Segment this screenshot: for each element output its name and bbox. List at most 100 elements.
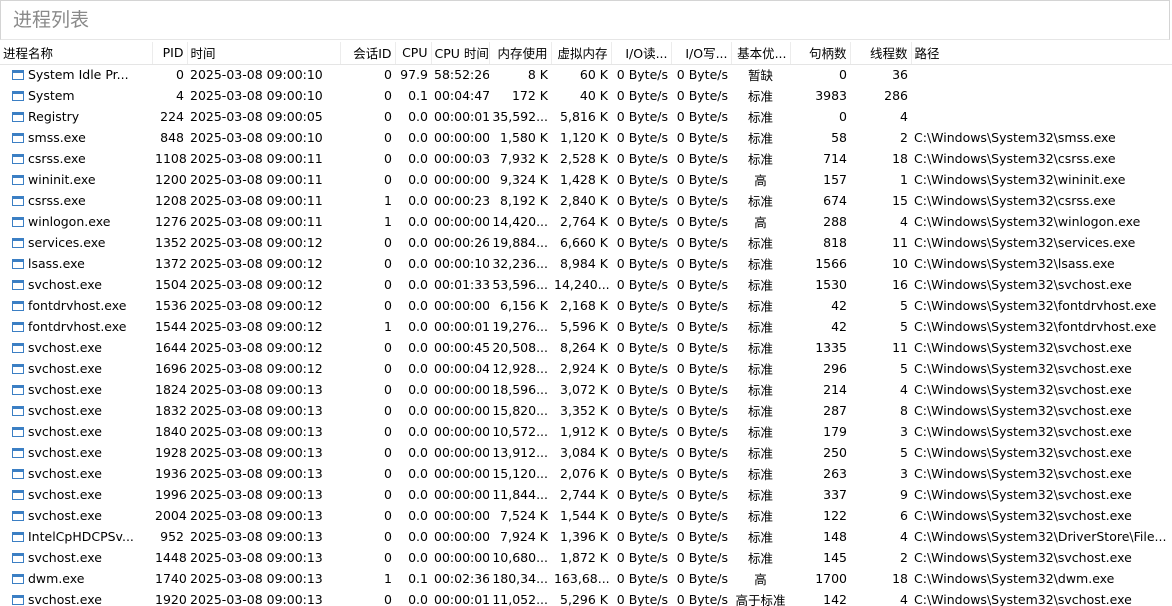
pid-cell: 4 [176,88,184,103]
table-row[interactable]: dwm.exe 1740 2025-03-08 09:00:13 1 0.1 00:02:… [0,568,1172,589]
table-row[interactable]: svchost.exe 1936 2025-03-08 09:00:13 0 0.0 00… [0,463,1172,484]
memory-cell: 172 K [511,88,548,103]
threads-cell: 15 [892,193,908,208]
column-header-virtual-memory[interactable]: 虚拟内存 [551,42,612,65]
process-name-cell: fontdrvhost.exe [0,316,152,337]
table-row[interactable]: svchost.exe 1504 2025-03-08 09:00:12 0 0.0 00… [0,274,1172,295]
table-row[interactable]: svchost.exe 1928 2025-03-08 09:00:13 0 0.0 00… [0,442,1172,463]
session-id-cell: 0 [384,445,392,460]
table-row[interactable]: Registry 224 2025-03-08 09:00:05 0 0.0 00:00:… [0,106,1172,127]
table-row[interactable]: wininit.exe 1200 2025-03-08 09:00:11 0 0.0 00… [0,169,1172,190]
start-time-cell: 2025-03-08 09:00:11 [190,172,323,187]
path-cell: C:\Windows\System32\fontdrvhost.exe [914,298,1157,313]
path-cell: C:\Windows\System32\csrss.exe [914,151,1116,166]
table-row[interactable]: svchost.exe 1644 2025-03-08 09:00:12 0 0.0 00… [0,337,1172,358]
cpu-time-cell: 00:00:10 [434,256,489,271]
threads-cell: 18 [892,151,908,166]
memory-cell: 15,820... [492,403,548,418]
pid-cell: 952 [160,529,184,544]
virtual-memory-cell: 1,912 K [560,424,608,439]
virtual-memory-cell: 1,872 K [560,550,608,565]
io-write-cell: 0 Byte/s [676,193,728,208]
table-row[interactable]: svchost.exe 1996 2025-03-08 09:00:13 0 0.0 00… [0,484,1172,505]
pid-cell: 1276 [155,214,187,229]
column-header-path[interactable]: 路径 [911,42,1172,65]
io-read-cell: 0 Byte/s [616,172,668,187]
table-row[interactable]: fontdrvhost.exe 1536 2025-03-08 09:00:12 0 0… [0,295,1172,316]
column-header-session-id[interactable]: 会话ID [340,42,396,65]
column-header-cpu[interactable]: CPU [395,42,432,65]
table-row[interactable]: svchost.exe 1832 2025-03-08 09:00:13 0 0.0 00… [0,400,1172,421]
column-header-time[interactable]: 时间 [187,42,341,65]
column-header-handles[interactable]: 句柄数 [790,42,851,65]
search-input[interactable] [1,1,1113,39]
table-row[interactable]: winlogon.exe 1276 2025-03-08 09:00:11 1 0.0 0… [0,211,1172,232]
table-row[interactable]: svchost.exe 1840 2025-03-08 09:00:13 0 0.0 00… [0,421,1172,442]
table-row[interactable]: IntelCpHDCPSv... 952 2025-03-08 09:00:13 0 0… [0,526,1172,547]
table-row[interactable]: svchost.exe 1824 2025-03-08 09:00:13 0 0.0 00… [0,379,1172,400]
handles-cell: 142 [823,592,847,606]
table-row[interactable]: System 4 2025-03-08 09:00:10 0 0.1 00:04:47 17… [0,85,1172,106]
handles-cell: 0 [839,67,847,83]
io-write-cell: 0 Byte/s [676,508,728,523]
memory-cell: 19,884... [492,235,548,250]
table-row[interactable]: svchost.exe 1920 2025-03-08 09:00:13 0 0.0 00… [0,589,1172,606]
start-time-cell: 2025-03-08 09:00:13 [190,592,323,606]
start-time-cell: 2025-03-08 09:00:13 [190,403,323,418]
virtual-memory-cell: 2,744 K [560,487,608,502]
table-row[interactable]: System Idle Pr... 0 2025-03-08 09:00:10 0 97… [0,64,1172,85]
table-row[interactable]: smss.exe 848 2025-03-08 09:00:10 0 0.0 00:00:… [0,127,1172,148]
handles-cell: 674 [823,193,847,208]
table-row[interactable]: fontdrvhost.exe 1544 2025-03-08 09:00:12 1 0… [0,316,1172,337]
table-row[interactable]: services.exe 1352 2025-03-08 09:00:12 0 0.0 0… [0,232,1172,253]
pid-cell: 1644 [155,340,187,355]
session-id-cell: 0 [384,235,392,250]
column-header-pid[interactable]: PID [152,42,188,65]
column-header-threads[interactable]: 线程数 [850,42,912,65]
table-row[interactable]: svchost.exe 1696 2025-03-08 09:00:12 0 0.0 00… [0,358,1172,379]
memory-cell: 20,508... [492,340,548,355]
io-read-cell: 0 Byte/s [616,130,668,145]
priority-cell: 标准 [747,110,773,125]
io-read-cell: 0 Byte/s [616,151,668,166]
table-row[interactable]: csrss.exe 1108 2025-03-08 09:00:11 0 0.0 00:0… [0,148,1172,169]
table-row[interactable]: svchost.exe 2004 2025-03-08 09:00:13 0 0.0 00… [0,505,1172,526]
process-name-label: IntelCpHDCPSv... [28,529,134,544]
cpu-time-cell: 00:01:33 [434,277,489,292]
cpu-cell: 0.0 [408,550,428,565]
column-header-io-write[interactable]: I/O写... [671,42,732,65]
virtual-memory-cell: 3,352 K [560,403,608,418]
handles-cell: 296 [823,361,847,376]
virtual-memory-cell: 2,924 K [560,361,608,376]
process-name-cell: svchost.exe [0,421,152,442]
pid-cell: 1936 [155,466,187,481]
process-name-cell: svchost.exe [0,400,152,421]
start-time-cell: 2025-03-08 09:00:12 [190,235,323,250]
process-name-cell: svchost.exe [0,442,152,463]
memory-cell: 8 K [527,67,548,83]
cpu-cell: 0.0 [408,424,428,439]
start-time-cell: 2025-03-08 09:00:13 [190,508,323,523]
pid-cell: 1996 [155,487,187,502]
window-icon [12,574,24,584]
table-row[interactable]: svchost.exe 1448 2025-03-08 09:00:13 0 0.0 00… [0,547,1172,568]
column-header-cpu-time[interactable]: CPU 时间 [431,42,490,65]
column-header-io-read[interactable]: I/O读... [611,42,672,65]
io-write-cell: 0 Byte/s [676,382,728,397]
handles-cell: 0 [839,109,847,124]
column-header-name[interactable]: 进程名称 [0,42,153,65]
handles-cell: 145 [823,550,847,565]
priority-cell: 标准 [747,467,773,482]
table-row[interactable]: lsass.exe 1372 2025-03-08 09:00:12 0 0.0 00:0… [0,253,1172,274]
column-header-memory[interactable]: 内存使用 [489,42,552,65]
window-icon [12,238,24,248]
threads-cell: 286 [884,88,908,103]
column-header-base-priority[interactable]: 基本优... [731,42,791,65]
cpu-cell: 0.0 [408,109,428,124]
path-cell: C:\Windows\System32\svchost.exe [914,277,1132,292]
session-id-cell: 0 [384,361,392,376]
threads-cell: 5 [900,445,908,460]
table-row[interactable]: csrss.exe 1208 2025-03-08 09:00:11 1 0.0 00:0… [0,190,1172,211]
threads-cell: 10 [892,256,908,271]
threads-cell: 5 [900,298,908,313]
